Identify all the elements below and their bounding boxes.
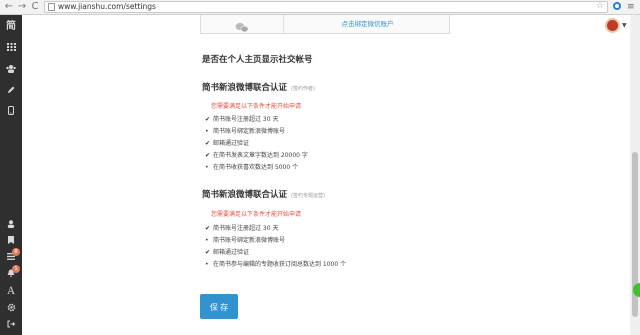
page-icon	[48, 3, 55, 11]
requirement-item: • 在简书参与编辑的专题收获订阅总数达到 1000 个	[205, 259, 346, 268]
requirement-text: 在简书参与编辑的专题收获订阅总数达到 1000 个	[213, 261, 347, 268]
requirement-text: 邮箱通过验证	[213, 140, 250, 147]
menu-icon[interactable]: ≡	[627, 1, 635, 13]
jianshu-logo[interactable]: 简	[0, 21, 22, 33]
auth-title-text: 简书新浪微博联合认证	[202, 83, 288, 93]
bullet-icon: •	[205, 261, 209, 268]
requirement-text: 简书账号注册超过 30 天	[213, 116, 279, 123]
grid-icon[interactable]	[0, 43, 22, 55]
forward-icon[interactable]: →	[17, 1, 27, 13]
users-icon[interactable]	[0, 65, 22, 77]
social-display-title: 是否在个人主页显示社交帐号	[202, 55, 313, 65]
browser-toolbar: ← → C www.jianshu.com/settings ☆ ≡	[0, 0, 640, 15]
requirement-item: • 简书账号绑定新浪微博账号	[205, 235, 285, 244]
wechat-binding-row: 点击绑定微信账户	[200, 15, 450, 34]
bind-wechat-link[interactable]: 点击绑定微信账户	[284, 19, 451, 29]
message-badge: 1	[12, 265, 20, 273]
save-button[interactable]: 保 存	[200, 294, 238, 319]
pencil-icon[interactable]	[0, 86, 22, 98]
auth-subtitle: (签约专题运营)	[291, 193, 325, 199]
mobile-icon[interactable]	[0, 106, 22, 119]
checkmark-icon: ✔	[205, 249, 211, 256]
requirement-text: 邮箱通过验证	[213, 249, 250, 256]
bullet-icon: •	[205, 164, 209, 171]
requirement-item: ✔ 邮箱通过验证	[205, 247, 249, 256]
auth-title-topic-operator: 简书新浪微博联合认证 (签约专题运营)	[202, 188, 325, 200]
requirement-text: 在简书发表文章字数达到 20000 字	[213, 152, 308, 159]
extension-icon[interactable]	[612, 1, 622, 15]
wechat-icon	[235, 18, 249, 33]
checkmark-icon: ✔	[205, 116, 211, 123]
floating-action-button[interactable]	[633, 283, 640, 297]
address-url[interactable]: www.jianshu.com/settings	[58, 2, 156, 12]
auth-requirement-note: 您需要满足以下条件才能开始申请	[211, 103, 302, 110]
auth-subtitle: (签约作者)	[291, 86, 315, 92]
auth-title-author: 简书新浪微博联合认证 (签约作者)	[202, 81, 315, 93]
notification-badge: 8	[12, 248, 20, 256]
requirement-text: 简书账号注册超过 30 天	[213, 225, 279, 232]
left-sidebar: 简 8 1 A	[0, 15, 22, 335]
bookmark-star-icon[interactable]: ☆	[596, 1, 604, 12]
auth-title-text: 简书新浪微博联合认证	[202, 190, 288, 200]
requirement-text: 简书账号绑定新浪微博账号	[213, 128, 286, 135]
requirement-item: ✔ 简书账号注册超过 30 天	[205, 223, 278, 232]
auth-requirement-note: 您需要满足以下条件才能开始申请	[211, 211, 302, 218]
logout-icon[interactable]	[0, 320, 22, 332]
reload-icon[interactable]: C	[30, 1, 40, 13]
requirement-text: 简书账号绑定新浪微博账号	[213, 237, 286, 244]
back-icon[interactable]: ←	[4, 1, 14, 13]
bullet-icon: •	[205, 237, 209, 244]
user-icon[interactable]	[0, 220, 22, 232]
requirement-item: • 在简书收获喜欢数达到 5000 个	[205, 162, 298, 171]
requirement-item: ✔ 邮箱通过验证	[205, 138, 249, 147]
avatar-caret-icon[interactable]: ▼	[622, 22, 627, 29]
checkmark-icon: ✔	[205, 152, 211, 159]
requirement-item: • 简书账号绑定新浪微博账号	[205, 126, 285, 135]
settings-gear-icon[interactable]	[0, 303, 22, 316]
checkmark-icon: ✔	[205, 225, 211, 232]
bookmark-icon[interactable]	[0, 236, 22, 248]
requirement-item: ✔ 简书账号注册超过 30 天	[205, 114, 278, 123]
requirement-item: ✔ 在简书发表文章字数达到 20000 字	[205, 150, 308, 159]
user-avatar[interactable]	[605, 18, 620, 33]
font-size-icon[interactable]: A	[0, 286, 22, 298]
requirement-text: 在简书收获喜欢数达到 5000 个	[213, 164, 299, 171]
address-bar[interactable]: www.jianshu.com/settings ☆	[44, 1, 608, 13]
checkmark-icon: ✔	[205, 140, 211, 147]
bullet-icon: •	[205, 128, 209, 135]
